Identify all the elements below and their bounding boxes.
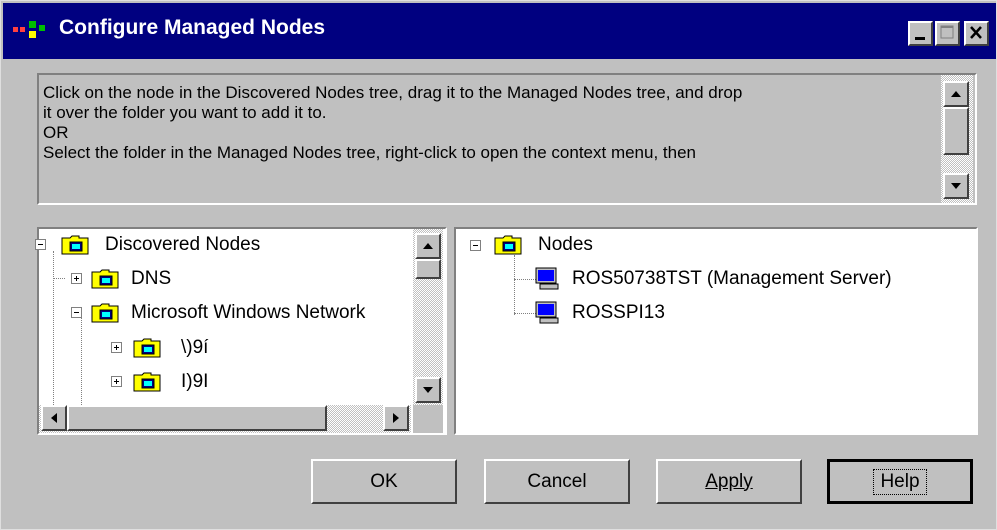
scroll-up-button[interactable] xyxy=(415,233,441,259)
tree-item-discovered-nodes[interactable]: Discovered Nodes xyxy=(105,234,260,256)
instruction-line: Click on the node in the Discovered Node… xyxy=(43,83,743,102)
apply-button[interactable]: Apply xyxy=(656,459,802,504)
arrow-down-icon xyxy=(423,387,433,393)
arrow-up-icon xyxy=(423,243,433,249)
collapse-toggle[interactable] xyxy=(35,239,46,250)
cancel-label: Cancel xyxy=(527,470,587,492)
scroll-thumb[interactable] xyxy=(415,259,441,279)
help-button[interactable]: Help xyxy=(827,459,973,504)
tree-line xyxy=(514,255,516,315)
folder-icon xyxy=(133,372,161,392)
expand-toggle[interactable] xyxy=(71,273,82,284)
scroll-up-button[interactable] xyxy=(943,81,969,107)
tree-item-domain[interactable]: I)9I xyxy=(181,371,208,393)
app-icon xyxy=(13,21,45,38)
minimize-button[interactable] xyxy=(908,21,933,46)
scroll-right-button[interactable] xyxy=(383,405,409,431)
ok-label: OK xyxy=(370,470,398,492)
computer-icon xyxy=(535,301,559,324)
help-label: Help xyxy=(873,469,927,495)
scrollbar-corner xyxy=(413,405,443,433)
collapse-toggle[interactable] xyxy=(71,307,82,318)
tree-line xyxy=(53,278,65,280)
arrow-up-icon xyxy=(951,91,961,97)
tree-line xyxy=(514,313,536,315)
tree-item-workgroup[interactable]: \)9í xyxy=(181,337,208,359)
folder-icon xyxy=(133,338,161,358)
discovered-nodes-tree[interactable]: Discovered Nodes DNS Microsoft Windows N… xyxy=(35,227,447,435)
minimize-icon xyxy=(915,37,925,40)
folder-icon xyxy=(494,235,522,255)
managed-nodes-tree[interactable]: Nodes ROS50738TST (Management Server) RO… xyxy=(454,227,978,435)
tree-item-managed-node[interactable]: ROSSPI13 xyxy=(572,302,665,324)
tree-item-microsoft-windows-network[interactable]: Microsoft Windows Network xyxy=(131,302,365,324)
cancel-button[interactable]: Cancel xyxy=(484,459,630,504)
instruction-line: it over the folder you want to add it to… xyxy=(43,103,327,122)
maximize-icon xyxy=(940,25,954,39)
folder-icon xyxy=(61,235,89,255)
instructions-box: Click on the node in the Discovered Node… xyxy=(37,73,977,205)
folder-icon xyxy=(91,269,119,289)
instructions-text: Click on the node in the Discovered Node… xyxy=(43,83,938,163)
tree-item-dns[interactable]: DNS xyxy=(131,268,171,290)
collapse-toggle[interactable] xyxy=(470,240,481,251)
scroll-thumb[interactable] xyxy=(943,107,969,155)
arrow-left-icon xyxy=(51,413,57,423)
maximize-button[interactable] xyxy=(935,21,960,46)
scroll-left-button[interactable] xyxy=(41,405,67,431)
apply-label: Apply xyxy=(705,470,753,492)
tree-item-managed-node[interactable]: ROS50738TST (Management Server) xyxy=(572,268,892,290)
configure-managed-nodes-dialog: Configure Managed Nodes Click on the nod… xyxy=(0,0,997,530)
tree-item-nodes[interactable]: Nodes xyxy=(538,234,593,256)
expand-toggle[interactable] xyxy=(111,342,122,353)
scroll-down-button[interactable] xyxy=(943,173,969,199)
scroll-thumb[interactable] xyxy=(67,405,327,431)
window-title: Configure Managed Nodes xyxy=(59,16,326,39)
arrow-down-icon xyxy=(951,183,961,189)
instruction-line: OR xyxy=(43,123,69,142)
instruction-line: Select the folder in the Managed Nodes t… xyxy=(43,143,696,162)
scroll-down-button[interactable] xyxy=(415,377,441,403)
arrow-right-icon xyxy=(393,413,399,423)
expand-toggle[interactable] xyxy=(111,376,122,387)
close-icon xyxy=(970,26,982,39)
tree-line xyxy=(514,279,536,281)
ok-button[interactable]: OK xyxy=(311,459,457,504)
folder-icon xyxy=(91,303,119,323)
close-button[interactable] xyxy=(964,21,989,46)
computer-icon xyxy=(535,267,559,290)
title-bar[interactable]: Configure Managed Nodes xyxy=(3,3,996,59)
